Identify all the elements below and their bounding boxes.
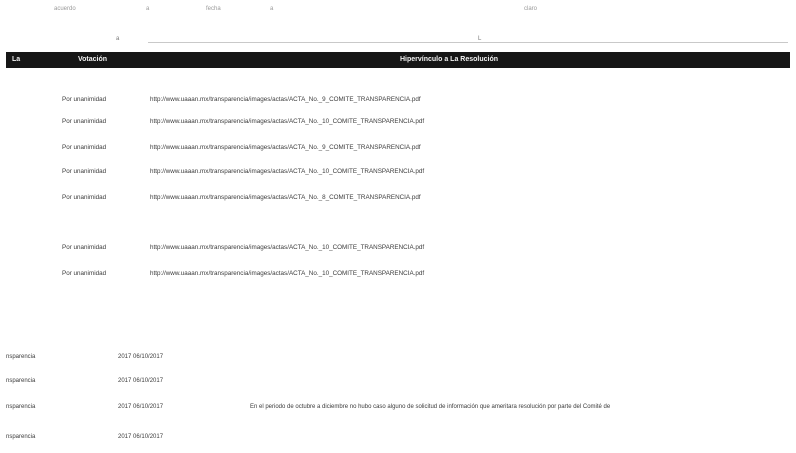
table-row: Por unanimidad http://www.uaaan.mx/transp… bbox=[62, 270, 424, 277]
area-label: nsparencia bbox=[6, 404, 36, 410]
top-col-a2: a bbox=[270, 6, 274, 12]
table-row: Por unanimidad http://www.uaaan.mx/transp… bbox=[62, 194, 421, 201]
list-item: nsparencia 2017 06/10/2017 bbox=[6, 378, 163, 384]
date-cell: 2017 06/10/2017 bbox=[118, 434, 164, 440]
table-row: Por unanimidad http://www.uaaan.mx/transp… bbox=[62, 118, 424, 125]
table-row: Por unanimidad http://www.uaaan.mx/transp… bbox=[62, 144, 421, 151]
vote-cell: Por unanimidad bbox=[62, 96, 107, 103]
top-col-fecha: fecha bbox=[206, 6, 221, 12]
table-row: Por unanimidad http://www.uaaan.mx/transp… bbox=[62, 168, 424, 175]
top-col-claro: claro bbox=[524, 6, 538, 12]
vote-cell: Por unanimidad bbox=[62, 244, 107, 251]
table-header: La Votación Hipervínculo a La Resolución bbox=[6, 52, 790, 68]
area-label: nsparencia bbox=[6, 378, 36, 384]
rule-mark-right: L bbox=[478, 36, 482, 42]
resolution-link[interactable]: http://www.uaaan.mx/transparencia/images… bbox=[150, 118, 424, 125]
rule-mark-left: a bbox=[116, 36, 120, 42]
header-col-votacion: Votación bbox=[78, 56, 108, 63]
vote-cell: Por unanimidad bbox=[62, 194, 107, 201]
area-label: nsparencia bbox=[6, 434, 36, 440]
table-row: Por unanimidad http://www.uaaan.mx/transp… bbox=[62, 96, 421, 103]
list-item: nsparencia 2017 06/10/2017 En el periodo… bbox=[6, 404, 610, 410]
date-cell: 2017 06/10/2017 bbox=[118, 404, 164, 410]
top-col-a1: a bbox=[146, 6, 150, 12]
resolution-link[interactable]: http://www.uaaan.mx/transparencia/images… bbox=[150, 96, 421, 103]
resolution-link[interactable]: http://www.uaaan.mx/transparencia/images… bbox=[150, 270, 424, 277]
date-cell: 2017 06/10/2017 bbox=[118, 378, 164, 384]
resolution-link[interactable]: http://www.uaaan.mx/transparencia/images… bbox=[150, 244, 424, 251]
list-item: nsparencia 2017 06/10/2017 bbox=[6, 434, 163, 440]
vote-cell: Por unanimidad bbox=[62, 118, 107, 125]
resolution-link[interactable]: http://www.uaaan.mx/transparencia/images… bbox=[150, 194, 421, 201]
area-label: nsparencia bbox=[6, 354, 36, 360]
resolution-link[interactable]: http://www.uaaan.mx/transparencia/images… bbox=[150, 168, 424, 175]
resolution-link[interactable]: http://www.uaaan.mx/transparencia/images… bbox=[150, 144, 421, 151]
top-col-acuerdo: acuerdo bbox=[54, 6, 76, 12]
note-text: En el periodo de octubre a diciembre no … bbox=[250, 404, 611, 410]
header-col-la: La bbox=[12, 56, 21, 63]
header-col-hipervinculo: Hipervínculo a La Resolución bbox=[400, 56, 499, 63]
vote-cell: Por unanimidad bbox=[62, 144, 107, 151]
list-item: nsparencia 2017 06/10/2017 bbox=[6, 354, 163, 360]
table-row: Por unanimidad http://www.uaaan.mx/transp… bbox=[62, 244, 424, 251]
vote-cell: Por unanimidad bbox=[62, 270, 107, 277]
date-cell: 2017 06/10/2017 bbox=[118, 354, 164, 360]
vote-cell: Por unanimidad bbox=[62, 168, 107, 175]
header-rule bbox=[148, 42, 788, 43]
